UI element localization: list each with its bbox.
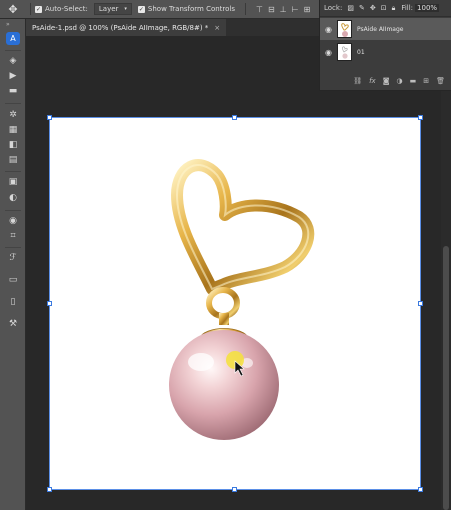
align-bottom-icon[interactable]: ⊥ <box>280 5 287 14</box>
scrollbar-thumb[interactable] <box>443 246 449 510</box>
transform-handle-top-right[interactable] <box>418 115 423 120</box>
layer-thumbnail <box>337 20 352 38</box>
image-icon[interactable]: ▣ <box>7 177 19 187</box>
lock-buttons: ▨ ✎ ✥ ⊡ 🔒︎ <box>347 4 395 13</box>
auto-select-checkbox[interactable]: ✓ <box>35 5 42 13</box>
gradient-icon[interactable]: ◧ <box>7 140 19 150</box>
divider <box>245 3 247 15</box>
ai-assistant-icon[interactable]: A <box>6 32 20 45</box>
align-middle-icon[interactable]: ⊟ <box>268 5 275 14</box>
layer-name: 01 <box>357 48 365 56</box>
fill-input[interactable]: 100% <box>415 4 440 12</box>
show-transform-checkbox[interactable]: ✓ <box>137 5 145 13</box>
mask-icon[interactable]: ◙ <box>383 77 390 85</box>
lock-label: Lock: <box>324 4 343 12</box>
align-center-icon[interactable]: ⊞ <box>304 5 311 14</box>
delete-icon[interactable]: 🗑︎ <box>436 77 445 85</box>
link-icon[interactable]: ⛓ <box>353 77 362 85</box>
transform-handle-bottom-right[interactable] <box>418 487 423 492</box>
divider <box>5 171 21 172</box>
layer-row[interactable]: ◉ PsAide AIImage <box>320 18 451 40</box>
pendant-image <box>169 159 315 440</box>
close-icon[interactable]: × <box>214 24 220 32</box>
note-icon[interactable]: ▭ <box>7 275 19 285</box>
pen-arrow-icon[interactable]: ▶ <box>7 71 19 81</box>
transform-handle-bottom-left[interactable] <box>47 487 52 492</box>
move-icon[interactable]: ✥ <box>0 0 26 19</box>
grid-icon[interactable]: ▦ <box>7 125 19 135</box>
transform-handle-top[interactable] <box>232 115 237 120</box>
type-icon[interactable]: ℱ <box>7 253 19 263</box>
lock-transparency-icon[interactable]: ▨ <box>347 4 354 13</box>
layers-panel-footer: ⛓ fx ◙ ◑ ▬ ⊞ 🗑︎ <box>320 75 451 87</box>
layer-row[interactable]: ◉ 01 <box>320 41 451 63</box>
show-transform-option[interactable]: ✓ Show Transform Controls <box>137 5 236 13</box>
lock-artboard-icon[interactable]: ⊡ <box>381 4 387 13</box>
new-layer-icon[interactable]: ⊞ <box>423 77 429 85</box>
auto-select-target-value: Layer <box>98 5 119 13</box>
document-canvas[interactable] <box>49 117 421 490</box>
align-top-icon[interactable]: ⊤ <box>256 5 263 14</box>
shape-icon[interactable]: ◐ <box>7 193 19 203</box>
eye-icon[interactable]: ◉ <box>320 25 337 34</box>
collapse-toolbar-icon[interactable]: » <box>6 21 10 28</box>
divider <box>30 3 31 15</box>
document-icon[interactable]: ▯ <box>7 297 19 307</box>
document-tab-title: PsAide-1.psd @ 100% (PsAide AIImage, RGB… <box>32 23 209 32</box>
photoshop-window: ✥ ✓ Auto-Select: Layer ▾ ✓ Show Transfor… <box>0 0 451 510</box>
folder-icon[interactable]: ▬ <box>410 77 417 85</box>
auto-select-target-dropdown[interactable]: Layer ▾ <box>93 3 132 15</box>
layer-thumbnail <box>337 43 352 61</box>
auto-select-label: Auto-Select: <box>45 5 88 13</box>
transform-handle-left[interactable] <box>47 301 52 306</box>
fill-label: Fill: <box>401 4 414 12</box>
fx-icon[interactable]: fx <box>369 77 376 85</box>
lock-all-icon[interactable]: 🔒︎ <box>392 4 396 13</box>
align-buttons: ⊤ ⊟ ⊥ ⊢ ⊞ <box>256 5 310 14</box>
align-left-icon[interactable]: ⊢ <box>292 5 299 14</box>
lock-row: Lock: ▨ ✎ ✥ ⊡ 🔒︎ Fill: 100% <box>320 0 451 17</box>
divider <box>5 210 21 211</box>
path-select-icon[interactable]: ⌗ <box>7 231 19 241</box>
comment-icon[interactable]: ▬ <box>7 86 19 96</box>
transform-handle-bottom[interactable] <box>232 487 237 492</box>
divider <box>5 247 21 248</box>
chevron-down-icon: ▾ <box>124 6 127 12</box>
transform-handle-right[interactable] <box>418 301 423 306</box>
vertical-scrollbar[interactable] <box>441 91 451 510</box>
adjustment-icon[interactable]: ◑ <box>397 77 403 85</box>
document-tab[interactable]: PsAide-1.psd @ 100% (PsAide AIImage, RGB… <box>26 19 227 36</box>
stamp-icon[interactable]: ✲ <box>7 110 19 120</box>
quick-select-icon[interactable]: ◈ <box>7 56 19 66</box>
auto-select-option[interactable]: ✓ Auto-Select: <box>35 5 88 13</box>
lock-pixels-icon[interactable]: ✎ <box>359 4 365 13</box>
transform-handle-top-left[interactable] <box>47 115 52 120</box>
blur-icon[interactable]: ◉ <box>7 216 19 226</box>
show-transform-label: Show Transform Controls <box>147 5 236 13</box>
tools-panel: » A ◈ ▶ ▬ ✲ ▦ ◧ ▤ ▣ ◐ ◉ ⌗ ℱ ▭ ▯ ⚒ <box>0 19 26 510</box>
frame-icon[interactable]: ▤ <box>7 155 19 165</box>
edit-toolbar-icon[interactable]: ⚒ <box>7 319 19 329</box>
lock-position-icon[interactable]: ✥ <box>370 4 376 13</box>
eye-icon[interactable]: ◉ <box>320 48 337 57</box>
layers-panel: Lock: ▨ ✎ ✥ ⊡ 🔒︎ Fill: 100% ◉ PsAide AII… <box>319 0 451 91</box>
divider <box>5 103 21 104</box>
layer-name: PsAide AIImage <box>357 25 404 33</box>
divider <box>5 50 21 51</box>
